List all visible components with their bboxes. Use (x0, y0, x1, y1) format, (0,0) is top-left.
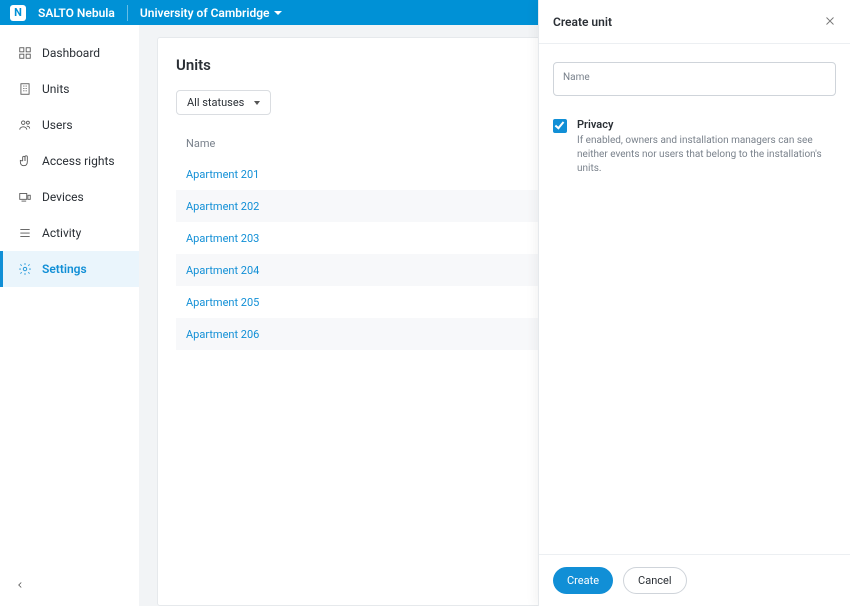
sidebar-item-users[interactable]: Users (0, 107, 139, 143)
caret-down-icon (254, 101, 260, 105)
activity-icon (18, 226, 32, 240)
sidebar-item-devices[interactable]: Devices (0, 179, 139, 215)
sidebar-item-access-rights[interactable]: Access rights (0, 143, 139, 179)
installation-selector[interactable]: University of Cambridge (140, 6, 282, 20)
privacy-checkbox[interactable] (553, 119, 567, 133)
sidebar-item-activity[interactable]: Activity (0, 215, 139, 251)
drawer-header: Create unit (539, 0, 850, 44)
caret-down-icon (274, 11, 282, 15)
users-icon (18, 118, 32, 132)
name-input[interactable] (553, 62, 836, 96)
sidebar-item-settings[interactable]: Settings (0, 251, 139, 287)
sidebar: Dashboard Units Users Access rights Devi… (0, 25, 139, 606)
sidebar-item-label: Settings (42, 262, 87, 276)
drawer-body: Name Privacy If enabled, owners and inst… (539, 44, 850, 554)
name-field-wrapper: Name (553, 62, 836, 96)
collapse-sidebar-button[interactable] (15, 575, 25, 594)
sidebar-item-label: Dashboard (42, 46, 100, 60)
unit-link[interactable]: Apartment 202 (186, 200, 259, 213)
privacy-label: Privacy (577, 118, 836, 131)
privacy-row: Privacy If enabled, owners and installat… (553, 118, 836, 176)
cancel-button[interactable]: Cancel (623, 567, 686, 594)
unit-link[interactable]: Apartment 206 (186, 328, 259, 341)
sidebar-item-label: Devices (42, 190, 84, 204)
unit-link[interactable]: Apartment 204 (186, 264, 259, 277)
sidebar-item-label: Access rights (42, 154, 115, 168)
sidebar-item-dashboard[interactable]: Dashboard (0, 35, 139, 71)
column-name: Name (176, 129, 531, 158)
privacy-description: If enabled, owners and installation mana… (577, 134, 836, 176)
brand-divider (127, 5, 128, 21)
create-unit-drawer: Create unit Name Privacy If enabled, own… (538, 0, 850, 606)
devices-icon (18, 190, 32, 204)
dashboard-icon (18, 46, 32, 60)
close-icon[interactable] (824, 12, 836, 31)
sidebar-item-label: Users (42, 118, 73, 132)
unit-link[interactable]: Apartment 201 (186, 168, 259, 181)
create-button[interactable]: Create (553, 567, 613, 594)
drawer-title: Create unit (553, 15, 612, 29)
hand-icon (18, 154, 32, 168)
brand-badge-icon: N (10, 5, 26, 21)
status-filter-label: All statuses (187, 96, 244, 109)
installation-name: University of Cambridge (140, 6, 270, 20)
unit-link[interactable]: Apartment 203 (186, 232, 259, 245)
drawer-footer: Create Cancel (539, 554, 850, 606)
unit-link[interactable]: Apartment 205 (186, 296, 259, 309)
gear-icon (18, 262, 32, 276)
status-filter[interactable]: All statuses (176, 90, 271, 115)
building-icon (18, 82, 32, 96)
sidebar-item-units[interactable]: Units (0, 71, 139, 107)
brand-name: SALTO Nebula (38, 6, 115, 20)
sidebar-item-label: Activity (42, 226, 81, 240)
sidebar-item-label: Units (42, 82, 69, 96)
